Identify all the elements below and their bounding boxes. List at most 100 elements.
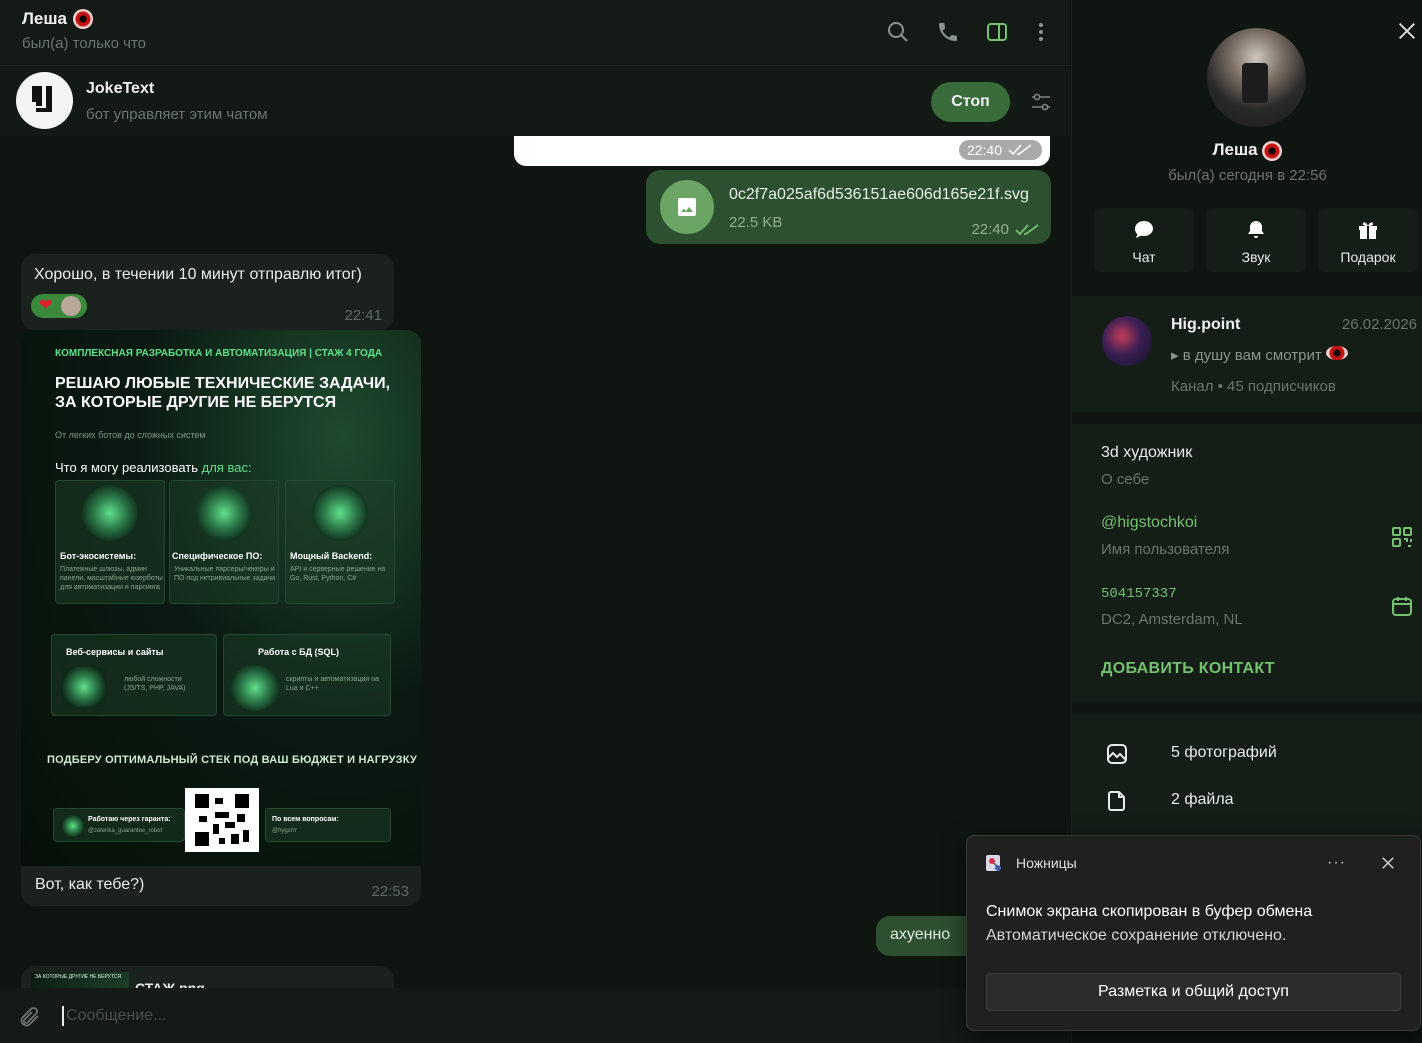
channel-last-text: в душу вам смотрит <box>1182 347 1322 364</box>
poster-card-text: API и серверные решение на Go, Rust, Pyt… <box>290 566 386 582</box>
more-options-icon[interactable]: ··· <box>1327 854 1346 872</box>
channel-meta: Канал • 45 подписчиков <box>1171 378 1336 395</box>
reaction-badge[interactable]: ❤ <box>31 294 87 318</box>
poster-card-title: Веб-сервисы и сайты <box>66 647 164 657</box>
linked-channel[interactable]: Hig.point 26.02.2026 ▸ в душу вам смотри… <box>1072 296 1422 412</box>
poster-card: Мощный Backend: API и серверные решение … <box>285 480 395 604</box>
poster-subtitle: От легких ботов до сложных систем <box>55 430 206 440</box>
eye-emoji-icon <box>1262 140 1283 161</box>
snipping-tool-icon <box>986 855 1001 871</box>
poster-can-heading: Что я могу реализовать для вас: <box>55 460 252 475</box>
poster-image[interactable]: КОМПЛЕКСНАЯ РАЗРАБОТКА И АВТОМАТИЗАЦИЯ |… <box>21 330 421 866</box>
notification-app-name: Ножницы <box>1016 855 1077 871</box>
username-value[interactable]: @higstochkoi <box>1101 514 1197 532</box>
bot-settings-icon[interactable] <box>1029 90 1053 114</box>
bot-control-bar: JokeText бот управляет этим чатом Стоп <box>0 66 1070 136</box>
text-caret <box>62 1006 64 1026</box>
message-text: Хорошо, в течении 10 минут отправлю итог… <box>34 266 362 283</box>
qr-code-icon[interactable] <box>1390 525 1414 549</box>
image-caption: Вот, как тебе?) <box>35 876 145 893</box>
snipping-tool-notification[interactable]: Ножницы ··· Снимок экрана скопирован в б… <box>966 835 1421 1031</box>
files-row[interactable]: 2 файла <box>1072 781 1422 821</box>
poster-card-text: Платежные шлюзы, админ панели, масштабны… <box>60 566 163 591</box>
eye-emoji-icon <box>1325 346 1348 360</box>
sound-action-button[interactable]: Звук <box>1206 208 1306 272</box>
profile-name-text: Леша <box>1212 140 1258 159</box>
channel-avatar <box>1102 316 1152 366</box>
double-check-icon <box>1015 223 1039 235</box>
chat-bubble-icon <box>1135 221 1153 238</box>
message-time: 22:53 <box>371 883 409 900</box>
file-size: 22.5 KB <box>729 214 783 231</box>
bot-logo-icon <box>32 86 52 112</box>
attach-icon[interactable] <box>18 1005 42 1029</box>
close-icon[interactable] <box>1396 20 1418 42</box>
incoming-image-message[interactable]: КОМПЛЕКСНАЯ РАЗРАБОТКА И АВТОМАТИЗАЦИЯ |… <box>21 330 421 906</box>
message-time: 22:40 <box>958 140 1042 160</box>
channel-last-post: ▸ в душу вам смотрит <box>1171 346 1348 364</box>
message-text: ахуенно <box>890 926 951 943</box>
chat-title-text: Леша <box>22 9 68 28</box>
questions-title: По всем вопросам: <box>272 816 339 823</box>
reactor-avatar <box>61 296 81 316</box>
phone-icon[interactable] <box>936 20 960 44</box>
add-contact-button[interactable]: ДОБАВИТЬ КОНТАКТ <box>1101 660 1275 678</box>
profile-name: Леша <box>1072 140 1422 161</box>
gift-icon <box>1359 222 1377 239</box>
chat-title[interactable]: Леша <box>22 9 94 29</box>
poster-can-prefix: Что я могу реализовать <box>55 460 198 475</box>
outgoing-image-message[interactable]: 22:40 <box>514 136 1050 166</box>
markup-share-button[interactable]: Разметка и общий доступ <box>986 973 1401 1011</box>
user-id-value[interactable]: 504157337 <box>1101 586 1177 602</box>
channel-date: 26.02.2026 <box>1341 316 1417 333</box>
stop-bot-button[interactable]: Стоп <box>931 82 1010 122</box>
server-stack-icon <box>312 485 368 541</box>
bot-subtitle: бот управляет этим чатом <box>86 106 268 123</box>
photo-icon <box>1107 744 1127 764</box>
chat-status: был(а) только что <box>22 35 147 52</box>
message-composer <box>0 988 1070 1043</box>
document-thumbnail[interactable]: ЗА КОТОРЫЕ ДРУГИЕ НЕ БЕРУТСЯ <box>31 972 129 988</box>
files-label: 2 файла <box>1171 791 1234 808</box>
incoming-document-message[interactable]: ЗА КОТОРЫЕ ДРУГИЕ НЕ БЕРУТСЯ СТАЖ.png <box>21 966 394 988</box>
questions-handle: @hygcrrr <box>272 828 297 834</box>
poster-card-text: Уникальные парсеры/чекеры и ПО под нетри… <box>174 566 275 582</box>
more-vertical-icon[interactable] <box>1029 20 1053 44</box>
poster-card-title: Специфическое ПО: <box>172 551 263 561</box>
message-list[interactable]: 22:40 0c2f7a025af6d536151ae606d165e21f.s… <box>0 136 1070 988</box>
poster-card-title: Мощный Backend: <box>290 551 373 561</box>
search-icon[interactable] <box>886 20 910 44</box>
message-input[interactable] <box>66 1004 866 1028</box>
chat-area: Леша был(а) только что JokeText бот упра… <box>0 0 1070 1043</box>
file-download-button[interactable] <box>660 180 714 234</box>
poster-can-accent: для вас: <box>201 460 252 475</box>
poster-card: Специфическое ПО: Уникальные парсеры/чек… <box>169 480 279 604</box>
handshake-icon <box>82 485 138 541</box>
outgoing-file-message[interactable]: 0c2f7a025af6d536151ae606d165e21f.svg 22.… <box>646 170 1051 244</box>
qr-code[interactable] <box>185 788 259 852</box>
poster-contact-card: По всем вопросам: @hygcrrr <box>265 808 391 842</box>
poster-wide-card: Работа с БД (SQL) скрипты и автоматизаци… <box>223 634 391 716</box>
incoming-message[interactable]: Хорошо, в течении 10 минут отправлю итог… <box>21 254 394 330</box>
photos-row[interactable]: 5 фотографий <box>1072 734 1422 774</box>
medal-icon <box>62 815 84 837</box>
action-label: Чат <box>1132 249 1156 265</box>
eye-emoji-icon <box>73 9 94 29</box>
poster-card-text: любой сложности (JS/TS, PHP, JAVA) <box>124 676 186 692</box>
datacenter-label: DC2, Amsterdam, NL <box>1101 611 1243 628</box>
telegram-window: Леша был(а) только что JokeText бот упра… <box>0 0 1422 1043</box>
bot-avatar[interactable] <box>16 72 73 129</box>
document-name: СТАЖ.png <box>135 980 205 988</box>
chat-action-button[interactable]: Чат <box>1094 208 1194 272</box>
poster-middle-text: ПОДБЕРУ ОПТИМАЛЬНЫЙ СТЕК ПОД ВАШ БЮДЖЕТ … <box>47 754 417 766</box>
gift-action-button[interactable]: Подарок <box>1318 208 1418 272</box>
sidebar-toggle-icon[interactable] <box>985 20 1009 44</box>
poster-headline: РЕШАЮ ЛЮБЫЕ ТЕХНИЧЕСКИЕ ЗАДАЧИ, ЗА КОТОР… <box>55 375 391 411</box>
guarantee-title: Работаю через гаранта: <box>88 816 171 823</box>
close-icon[interactable] <box>1379 854 1397 872</box>
database-icon <box>230 665 280 711</box>
chat-header[interactable]: Леша был(а) только что <box>0 0 1070 66</box>
calendar-icon[interactable] <box>1390 594 1414 618</box>
profile-avatar[interactable] <box>1207 28 1306 127</box>
thumbnail-text: ЗА КОТОРЫЕ ДРУГИЕ НЕ БЕРУТСЯ <box>35 974 122 980</box>
